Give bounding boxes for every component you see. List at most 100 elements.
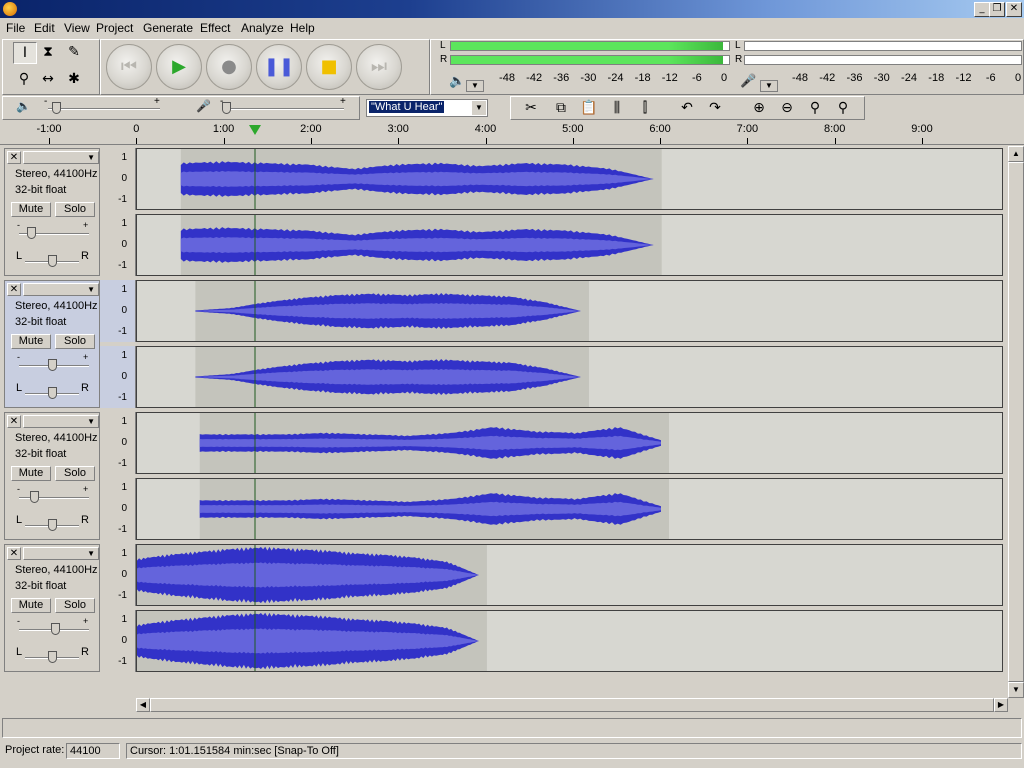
playback-meter-dropdown-icon[interactable]: ▼ — [466, 80, 484, 92]
scroll-right-icon[interactable]: ▶ — [994, 698, 1008, 712]
meter-right-label: R — [440, 54, 448, 65]
menu-file[interactable]: File — [6, 21, 25, 35]
horizontal-scrollbar[interactable]: ◀ ▶ — [136, 698, 1008, 712]
vertical-ruler-label: 0 — [121, 239, 127, 250]
menu-help[interactable]: Help — [290, 21, 315, 35]
menu-edit[interactable]: Edit — [34, 21, 55, 35]
track-menu-dropdown[interactable]: ▼ — [23, 151, 99, 164]
track-control-panel[interactable]: ✕ ▼ Stereo, 44100Hz 32-bit float Mute Solo - + L… — [4, 148, 100, 276]
track-menu-dropdown[interactable]: ▼ — [23, 283, 99, 296]
mute-button[interactable]: Mute — [11, 466, 51, 481]
scroll-up-icon[interactable]: ▲ — [1008, 146, 1024, 162]
mute-button[interactable]: Mute — [11, 334, 51, 349]
close-track-icon[interactable]: ✕ — [7, 547, 21, 560]
gain-slider-thumb[interactable] — [30, 491, 39, 503]
fit-project-icon[interactable]: ⚲ — [832, 98, 854, 118]
envelope-tool-icon[interactable]: ⧗ — [37, 42, 59, 62]
speaker-icon[interactable]: 🔈 — [449, 74, 465, 89]
scroll-down-icon[interactable]: ▼ — [1008, 682, 1024, 698]
copy-icon[interactable]: ⧉ — [550, 98, 572, 118]
close-button[interactable]: ✕ — [1006, 2, 1022, 17]
pan-slider-thumb[interactable] — [48, 651, 57, 663]
track-control-panel[interactable]: ✕ ▼ Stereo, 44100Hz 32-bit float Mute Solo - + L… — [4, 280, 100, 408]
trim-icon[interactable]: ⫼ — [606, 98, 628, 118]
track-control-panel[interactable]: ✕ ▼ Stereo, 44100Hz 32-bit float Mute Solo - + L… — [4, 412, 100, 540]
vertical-ruler-label: 1 — [121, 614, 127, 625]
minimize-button[interactable]: _ — [974, 2, 990, 17]
input-volume-thumb[interactable] — [222, 102, 231, 114]
skip-start-icon[interactable]: ⏮ — [106, 44, 152, 90]
solo-button[interactable]: Solo — [55, 334, 95, 349]
menu-effect[interactable]: Effect — [200, 21, 230, 35]
playback-scale-tick: -24 — [607, 72, 624, 84]
waveform-channel[interactable] — [136, 478, 1003, 540]
record-icon[interactable]: ● — [206, 44, 252, 90]
multi-tool-icon[interactable]: ✱ — [63, 69, 85, 89]
pause-icon[interactable]: ❚❚ — [256, 44, 302, 90]
timeline-ruler[interactable] — [0, 121, 1024, 145]
record-meter-dropdown-icon[interactable]: ▼ — [760, 80, 778, 92]
restore-button[interactable]: ❐ — [989, 2, 1005, 17]
solo-button[interactable]: Solo — [55, 598, 95, 613]
waveform-svg — [199, 413, 669, 473]
play-icon[interactable]: ▶ — [156, 44, 202, 90]
track-menu-dropdown[interactable]: ▼ — [23, 547, 99, 560]
waveform-channel[interactable] — [136, 280, 1003, 342]
waveform-channel[interactable] — [136, 148, 1003, 210]
timeline-label: 7:00 — [736, 123, 759, 135]
close-track-icon[interactable]: ✕ — [7, 415, 21, 428]
play-position-marker-icon[interactable] — [249, 125, 261, 135]
menu-generate[interactable]: Generate — [143, 21, 193, 35]
menu-view[interactable]: View — [64, 21, 90, 35]
horizontal-scroll-thumb[interactable] — [150, 698, 994, 712]
gain-slider-thumb[interactable] — [51, 623, 60, 635]
paste-icon[interactable]: 📋 — [578, 98, 600, 118]
waveform-channel[interactable] — [136, 346, 1003, 408]
zoom-tool-icon[interactable]: ⚲ — [13, 69, 35, 89]
timeline-label: 4:00 — [474, 123, 497, 135]
silence-icon[interactable]: ⫿ — [634, 98, 656, 118]
timeshift-tool-icon[interactable]: ↔ — [37, 69, 59, 89]
draw-tool-icon[interactable]: ✎ — [63, 42, 85, 62]
track-menu-dropdown[interactable]: ▼ — [23, 415, 99, 428]
skip-end-icon[interactable]: ⏭ — [356, 44, 402, 90]
solo-button[interactable]: Solo — [55, 466, 95, 481]
input-source-select[interactable]: "What U Hear" ▼ — [366, 99, 488, 117]
pan-slider-thumb[interactable] — [48, 255, 57, 267]
vertical-ruler-label: 0 — [121, 503, 127, 514]
zoom-in-icon[interactable]: ⊕ — [748, 98, 770, 118]
close-track-icon[interactable]: ✕ — [7, 283, 21, 296]
waveform-channel[interactable] — [136, 412, 1003, 474]
redo-icon[interactable]: ↷ — [704, 98, 726, 118]
gain-slider-thumb[interactable] — [27, 227, 36, 239]
vertical-ruler-label: 0 — [121, 437, 127, 448]
output-volume-track[interactable] — [48, 108, 160, 110]
project-rate-value[interactable]: 44100 — [66, 743, 120, 759]
undo-icon[interactable]: ↶ — [676, 98, 698, 118]
cut-icon[interactable]: ✂ — [520, 98, 542, 118]
gain-slider-thumb[interactable] — [48, 359, 57, 371]
close-track-icon[interactable]: ✕ — [7, 151, 21, 164]
vertical-scrollbar[interactable]: ▲ ▼ — [1008, 146, 1024, 698]
vertical-scroll-thumb[interactable] — [1008, 162, 1024, 682]
mic-meter-icon[interactable]: 🎤 — [740, 74, 756, 89]
scroll-left-icon[interactable]: ◀ — [136, 698, 150, 712]
zoom-out-icon[interactable]: ⊖ — [776, 98, 798, 118]
pan-slider-thumb[interactable] — [48, 519, 57, 531]
mute-button[interactable]: Mute — [11, 598, 51, 613]
output-volume-thumb[interactable] — [52, 102, 61, 114]
waveform-channel[interactable] — [136, 214, 1003, 276]
track-control-panel[interactable]: ✕ ▼ Stereo, 44100Hz 32-bit float Mute Solo - + L… — [4, 544, 100, 672]
stop-icon[interactable]: ■ — [306, 44, 352, 90]
selection-tool-icon[interactable]: I — [13, 42, 37, 64]
waveform-channel[interactable] — [136, 544, 1003, 606]
solo-button[interactable]: Solo — [55, 202, 95, 217]
menu-analyze[interactable]: Analyze — [241, 21, 284, 35]
waveform-channel[interactable] — [136, 610, 1003, 672]
input-source-dropdown-icon[interactable]: ▼ — [472, 101, 486, 115]
pan-slider-thumb[interactable] — [48, 387, 57, 399]
fit-selection-icon[interactable]: ⚲ — [804, 98, 826, 118]
mute-button[interactable]: Mute — [11, 202, 51, 217]
menu-project[interactable]: Project — [96, 21, 133, 35]
input-volume-track[interactable] — [224, 108, 344, 110]
